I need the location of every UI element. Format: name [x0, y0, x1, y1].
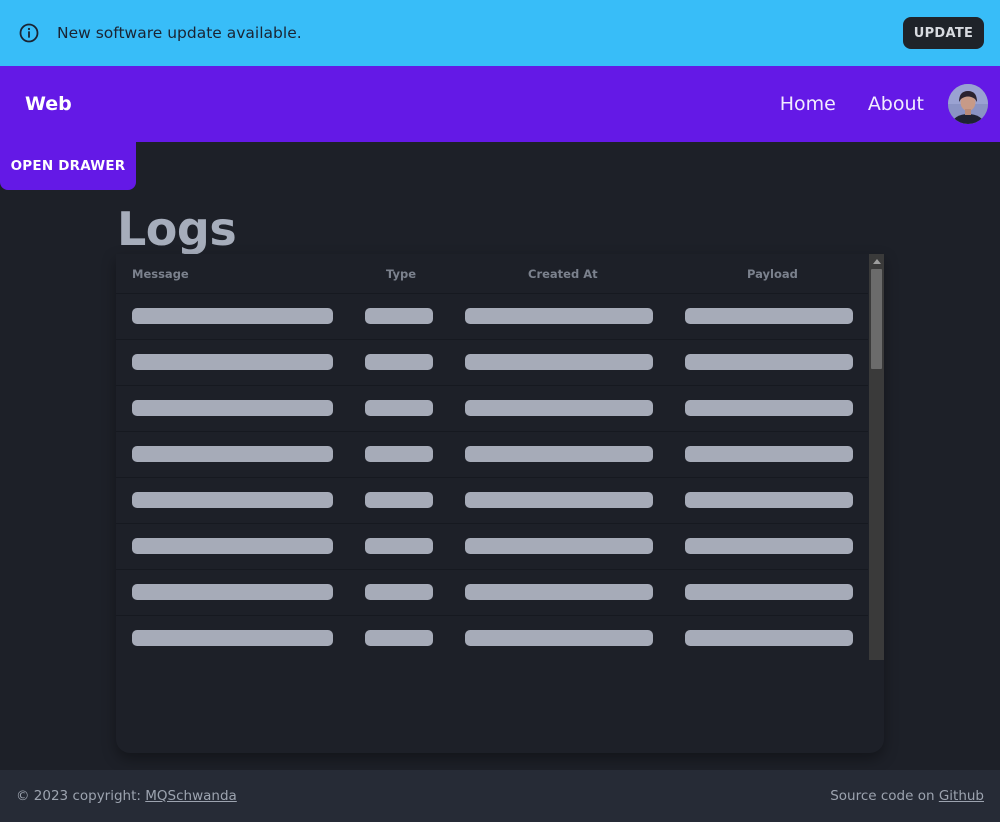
footer: © 2023 copyright: MQSchwanda Source code… [0, 770, 1000, 822]
logs-table: Message Type Created At Payload [116, 254, 868, 660]
scroll-thumb[interactable] [871, 269, 882, 369]
message-skeleton [132, 400, 333, 416]
table-row [116, 570, 868, 616]
created-at-skeleton [465, 630, 653, 646]
payload-skeleton [685, 538, 853, 554]
created-at-skeleton [465, 538, 653, 554]
author-link[interactable]: MQSchwanda [145, 788, 237, 804]
avatar[interactable] [948, 84, 988, 124]
source-text: Source code on [830, 788, 939, 804]
update-button[interactable]: UPDATE [903, 17, 984, 49]
payload-skeleton [685, 630, 853, 646]
column-header-payload: Payload [747, 267, 798, 281]
type-skeleton [365, 630, 433, 646]
type-skeleton [365, 584, 433, 600]
message-skeleton [132, 538, 333, 554]
message-skeleton [132, 308, 333, 324]
type-skeleton [365, 400, 433, 416]
page-title: Logs [117, 202, 237, 256]
message-skeleton [132, 446, 333, 462]
copyright-text: © 2023 copyright: [16, 788, 146, 804]
created-at-skeleton [465, 446, 653, 462]
open-drawer-button[interactable]: OPEN DRAWER [0, 142, 136, 190]
message-skeleton [132, 630, 333, 646]
type-skeleton [365, 492, 433, 508]
banner-message: New software update available. [57, 24, 302, 42]
payload-skeleton [685, 584, 853, 600]
table-row [116, 386, 868, 432]
column-header-message: Message [132, 267, 189, 281]
copyright: © 2023 copyright: MQSchwanda [16, 788, 237, 804]
payload-skeleton [685, 446, 853, 462]
table-row [116, 616, 868, 660]
message-skeleton [132, 492, 333, 508]
type-skeleton [365, 354, 433, 370]
source-code: Source code on Github [830, 788, 984, 804]
update-banner: New software update available. UPDATE [0, 0, 1000, 66]
created-at-skeleton [465, 354, 653, 370]
created-at-skeleton [465, 584, 653, 600]
table-row [116, 524, 868, 570]
nav-about-link[interactable]: About [868, 93, 924, 115]
type-skeleton [365, 538, 433, 554]
github-link[interactable]: Github [939, 788, 984, 804]
created-at-skeleton [465, 308, 653, 324]
column-header-created-at: Created At [528, 267, 598, 281]
created-at-skeleton [465, 492, 653, 508]
message-skeleton [132, 354, 333, 370]
brand-link[interactable]: Web [25, 93, 72, 115]
table-row [116, 294, 868, 340]
payload-skeleton [685, 354, 853, 370]
type-skeleton [365, 446, 433, 462]
logs-table-card: Message Type Created At Payload [116, 254, 884, 753]
message-skeleton [132, 584, 333, 600]
payload-skeleton [685, 492, 853, 508]
table-row [116, 340, 868, 386]
table-row [116, 432, 868, 478]
navbar: Web Home About [0, 66, 1000, 142]
info-icon [18, 22, 40, 44]
type-skeleton [365, 308, 433, 324]
nav-links: Home About [780, 84, 988, 124]
payload-skeleton [685, 400, 853, 416]
payload-skeleton [685, 308, 853, 324]
created-at-skeleton [465, 400, 653, 416]
table-row [116, 478, 868, 524]
column-header-type: Type [386, 267, 417, 281]
scroll-up-arrow-icon[interactable] [869, 254, 884, 268]
nav-home-link[interactable]: Home [780, 93, 836, 115]
table-scrollbar[interactable] [869, 254, 884, 660]
table-header: Message Type Created At Payload [116, 254, 868, 294]
